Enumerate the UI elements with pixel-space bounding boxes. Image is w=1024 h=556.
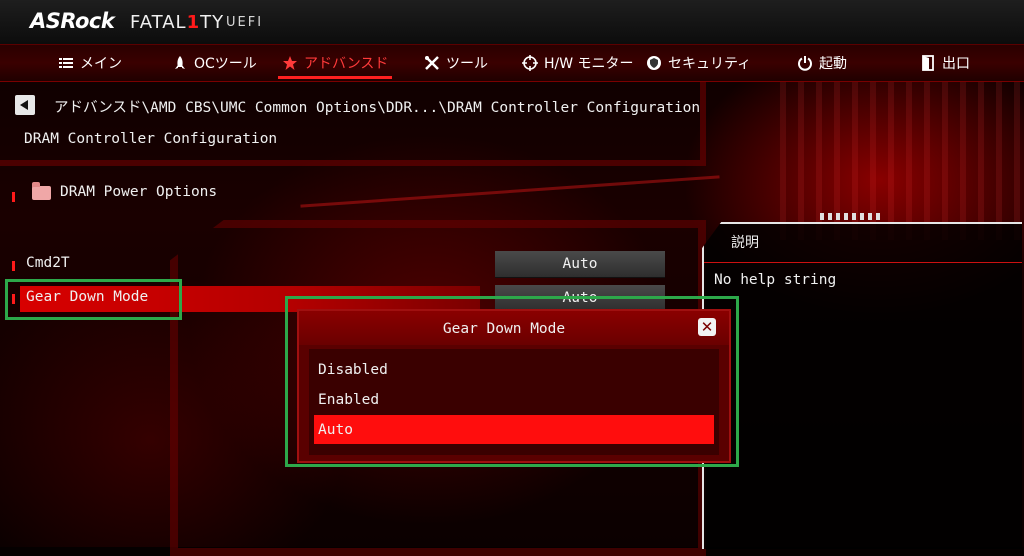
help-text: No help string bbox=[714, 272, 837, 288]
close-icon[interactable]: ✕ bbox=[698, 318, 716, 336]
crosshair-icon bbox=[522, 55, 538, 71]
popup-options-list: Disabled Enabled Auto bbox=[309, 349, 719, 455]
tab-boot-label: 起動 bbox=[819, 56, 847, 72]
tab-boot[interactable]: 起動 bbox=[797, 45, 847, 81]
exit-door-icon bbox=[922, 55, 934, 71]
star-icon bbox=[283, 56, 297, 70]
tools-icon bbox=[425, 56, 439, 70]
item-marker bbox=[12, 192, 15, 202]
rocket-icon bbox=[175, 56, 185, 69]
tab-hw-monitor[interactable]: H/W モニター bbox=[522, 45, 634, 81]
tab-oc-tools[interactable]: OCツール bbox=[172, 45, 257, 81]
fatality-logo: FATAL1TY bbox=[130, 12, 225, 33]
option-disabled[interactable]: Disabled bbox=[314, 355, 714, 384]
asrock-logo: ASRock bbox=[30, 9, 115, 33]
tab-main-label: メイン bbox=[80, 56, 122, 72]
tab-advanced[interactable]: アドバンスド bbox=[277, 45, 393, 81]
gear-down-mode-label: Gear Down Mode bbox=[26, 289, 149, 305]
back-button[interactable] bbox=[15, 95, 35, 115]
background-frame-top bbox=[0, 80, 706, 166]
tab-hw-monitor-label: H/W モニター bbox=[544, 56, 634, 72]
page-title: DRAM Controller Configuration bbox=[24, 131, 278, 147]
item-marker bbox=[12, 261, 15, 271]
option-enabled[interactable]: Enabled bbox=[314, 385, 714, 414]
main-navigation: メイン OCツール アドバンスド ツール H/W モニター セキュリティ 起動 … bbox=[0, 44, 1024, 82]
cmd2t-label[interactable]: Cmd2T bbox=[26, 255, 70, 271]
list-icon bbox=[59, 58, 73, 68]
tab-security[interactable]: セキュリティ bbox=[646, 45, 751, 81]
help-title: 説明 bbox=[731, 235, 759, 251]
gear-down-mode-value[interactable]: Auto bbox=[495, 285, 665, 312]
tab-tools[interactable]: ツール bbox=[424, 45, 488, 81]
gear-down-mode-popup: Gear Down Mode ✕ Disabled Enabled Auto bbox=[297, 309, 731, 463]
option-auto[interactable]: Auto bbox=[314, 415, 714, 444]
popup-header: Gear Down Mode ✕ bbox=[299, 311, 729, 345]
popup-title: Gear Down Mode bbox=[442, 321, 566, 337]
help-panel-decoration bbox=[820, 213, 880, 220]
uefi-label: UEFI bbox=[226, 15, 264, 30]
tab-security-label: セキュリティ bbox=[668, 56, 752, 72]
tab-tools-label: ツール bbox=[446, 56, 488, 72]
folder-icon bbox=[32, 182, 51, 200]
cmd2t-value[interactable]: Auto bbox=[495, 251, 665, 278]
tab-advanced-label: アドバンスド bbox=[304, 56, 389, 72]
breadcrumb: アドバンスド\AMD CBS\UMC Common Options\DDR...… bbox=[54, 100, 701, 116]
shield-icon bbox=[647, 56, 661, 70]
dram-power-options-link[interactable]: DRAM Power Options bbox=[60, 184, 217, 200]
tab-exit-label: 出口 bbox=[942, 56, 970, 72]
item-marker bbox=[12, 294, 15, 304]
power-icon bbox=[798, 56, 812, 71]
tab-exit[interactable]: 出口 bbox=[920, 45, 970, 81]
title-bar: ASRock FATAL1TY UEFI bbox=[0, 0, 1024, 44]
tab-main[interactable]: メイン bbox=[58, 45, 122, 81]
tab-oc-tools-label: OCツール bbox=[194, 56, 257, 72]
